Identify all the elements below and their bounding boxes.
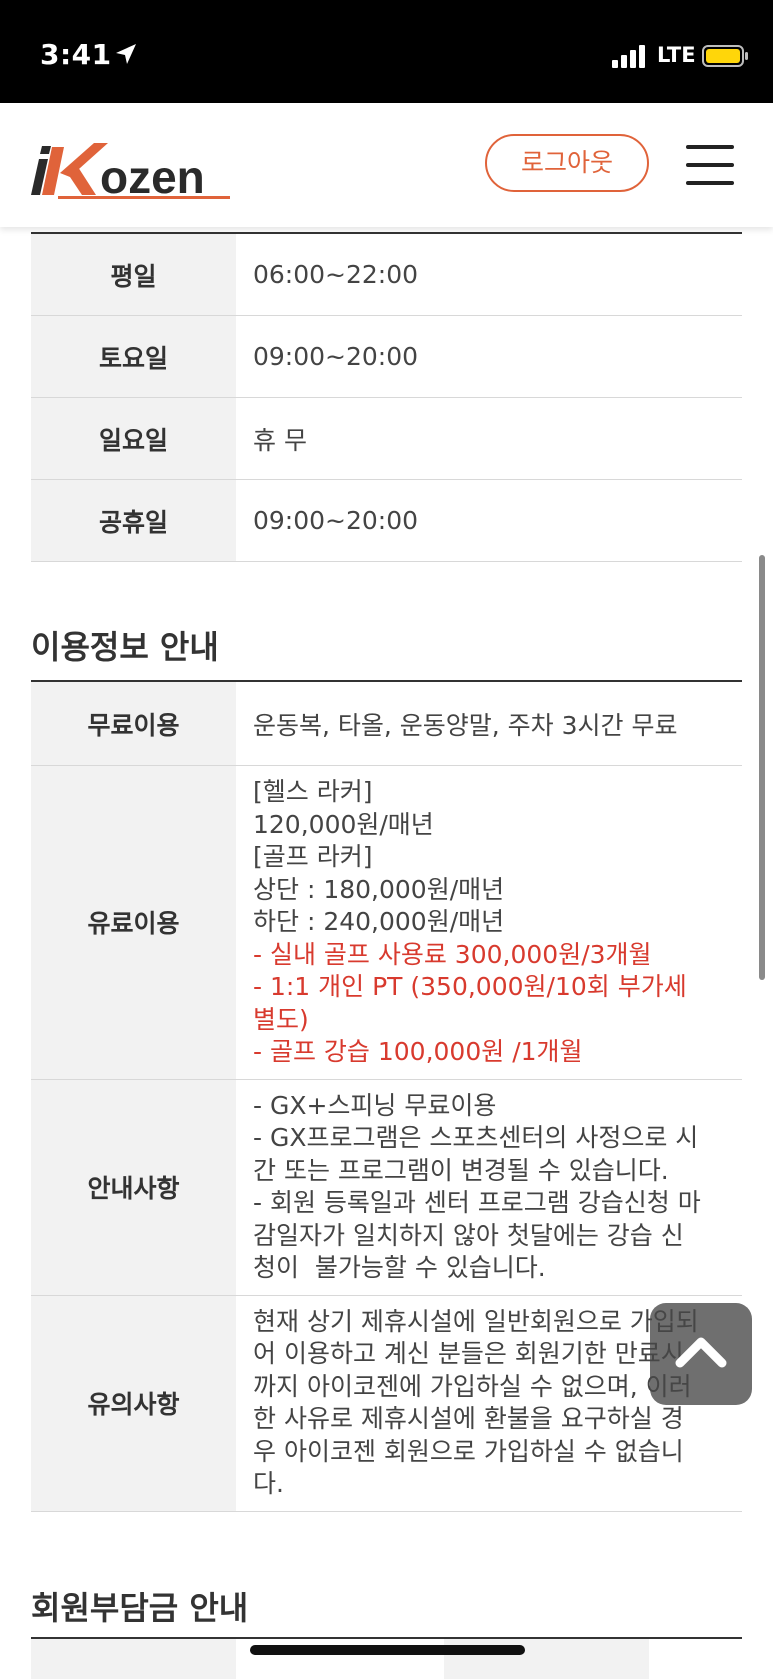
notice-line: 감일자가 일치하지 않아 첫달에는 강습 신 [253,1220,684,1250]
notice-line: - GX+스피닝 무료이용 [253,1090,497,1120]
paid-line: [골프 라커] [253,842,373,871]
hours-label: 토요일 [31,315,236,398]
hours-label: 평일 [31,233,236,316]
free-use-label: 무료이용 [31,681,236,766]
hours-label: 일요일 [31,397,236,480]
home-indicator [250,1645,525,1655]
paid-line-highlight: - 실내 골프 사용료 300,000원/3개월 [253,939,652,969]
paid-line: [헬스 라커] [253,777,373,806]
logout-button[interactable]: 로그아웃 [485,134,649,192]
table-row: 유의사항 현재 상기 제휴시설에 일반회원으로 가입되 어 이용하고 계신 분들… [31,1295,742,1512]
hours-label: 공휴일 [31,479,236,562]
member-fee-title: 회원부담금 안내 [31,1589,249,1627]
table-row: 일요일 휴 무 [31,397,742,480]
table-row: 공휴일 09:00~20:00 [31,479,742,562]
notice-value: - GX+스피닝 무료이용 - GX프로그램은 스포츠센터의 사정으로 시 간 … [236,1079,742,1296]
network-type: LTE [657,43,696,67]
hours-value: 09:00~20:00 [236,479,742,562]
svg-text:ozen: ozen [100,151,205,199]
caution-label: 유의사항 [31,1295,236,1512]
fee-table-header-cell [31,1639,236,1679]
usage-info-title: 이용정보 안내 [31,628,219,666]
hamburger-menu-icon[interactable] [686,143,734,187]
caution-line: 우 아이코젠 회원으로 가입하실 수 없습니 [253,1436,684,1466]
hours-value: 06:00~22:00 [236,233,742,316]
site-header: ozen 로그아웃 [0,103,773,227]
battery-icon [702,45,748,67]
caution-line: 한 사유로 제휴시설에 환불을 요구하실 경 [253,1404,684,1433]
status-bar: 3:41 LTE [0,0,773,103]
caution-line: 다. [253,1469,284,1498]
member-fee-table [31,1637,742,1679]
hours-value: 휴 무 [236,397,742,480]
notice-line: - 회원 등록일과 센터 프로그램 강습신청 마 [253,1188,701,1217]
paid-line: 하단 : 240,000원/매년 [253,907,505,936]
notice-line: 청이 불가능할 수 있습니다. [253,1253,546,1282]
hours-value: 09:00~20:00 [236,315,742,398]
paid-line-highlight: - 골프 강습 100,000원 /1개월 [253,1037,583,1066]
paid-line-highlight: - 1:1 개인 PT (350,000원/10회 부가세 [253,972,687,1001]
table-row: 토요일 09:00~20:00 [31,315,742,398]
notice-line: 간 또는 프로그램이 변경될 수 있습니다. [253,1155,669,1185]
usage-info-table: 무료이용 운동복, 타올, 운동양말, 주차 3시간 무료 유료이용 [헬스 라… [31,680,742,1512]
paid-line-highlight: 별도) [253,1004,309,1034]
notice-label: 안내사항 [31,1079,236,1296]
table-row: 무료이용 운동복, 타올, 운동양말, 주차 3시간 무료 [31,681,742,766]
signal-icon [612,45,645,68]
status-time: 3:41 [40,38,112,71]
table-row: 유료이용 [헬스 라커] 120,000원/매년 [골프 라커] 상단 : 18… [31,765,742,1080]
paid-line: 120,000원/매년 [253,809,434,839]
free-use-value: 운동복, 타올, 운동양말, 주차 3시간 무료 [236,681,742,766]
paid-use-label: 유료이용 [31,765,236,1080]
page-scrollbar[interactable] [759,555,765,980]
location-arrow-icon [116,44,136,64]
chevron-up-icon [675,1337,727,1368]
paid-line: 상단 : 180,000원/매년 [253,874,505,904]
table-row: 평일 06:00~22:00 [31,233,742,316]
paid-use-value: [헬스 라커] 120,000원/매년 [골프 라커] 상단 : 180,000… [236,765,742,1080]
notice-line: - GX프로그램은 스포츠센터의 사정으로 시 [253,1123,699,1152]
ikozen-logo[interactable]: ozen [30,137,260,199]
scroll-to-top-button[interactable] [650,1303,752,1405]
table-row: 안내사항 - GX+스피닝 무료이용 - GX프로그램은 스포츠센터의 사정으로… [31,1079,742,1296]
hours-table: 평일 06:00~22:00 토요일 09:00~20:00 일요일 휴 무 공… [31,232,742,562]
